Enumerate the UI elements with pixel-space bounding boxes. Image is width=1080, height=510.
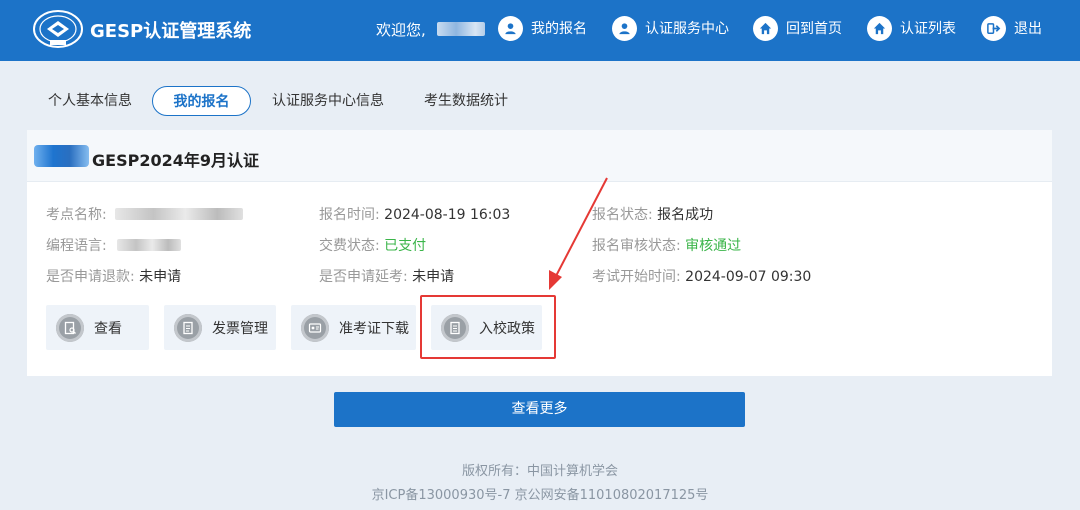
nav-label: 认证列表 — [900, 21, 956, 37]
logout-icon — [981, 15, 1006, 41]
field-review-status: 报名审核状态: 审核通过 — [592, 235, 741, 255]
field-label: 交费状态: — [319, 238, 380, 254]
user-icon — [498, 15, 523, 41]
footer-copyright: 版权所有：中国计算机学会 — [461, 464, 618, 479]
ccf-logo-icon — [33, 10, 83, 48]
field-value: 已支付 — [384, 238, 427, 254]
nav-label: 回到首页 — [786, 21, 842, 37]
tab-personal-info[interactable]: 个人基本信息 — [48, 86, 132, 116]
action-label: 查看 — [94, 320, 122, 337]
action-label: 准考证下载 — [339, 320, 409, 337]
language-redacted — [117, 239, 181, 251]
field-exam-start: 考试开始时间: 2024-09-07 09:30 — [592, 266, 811, 286]
field-label: 考点名称: — [46, 207, 107, 223]
invoice-management-button[interactable]: 发票管理 — [164, 305, 276, 350]
field-label: 报名时间: — [319, 207, 380, 223]
field-value: 2024-08-19 16:03 — [384, 207, 511, 223]
field-label: 考试开始时间: — [592, 269, 681, 285]
exam-badge-redacted — [34, 145, 89, 167]
field-value: 审核通过 — [685, 238, 742, 254]
action-label: 发票管理 — [212, 320, 268, 337]
field-label: 是否申请退款: — [46, 269, 135, 285]
admission-ticket-download-button[interactable]: 准考证下载 — [291, 305, 416, 350]
nav-label: 认证服务中心 — [645, 21, 729, 37]
top-navigation-bar: GESP认证管理系统 欢迎您, 我的报名 认证服务中心 回到首页 认证列表 退出 — [0, 0, 1080, 61]
annotation-highlight-box — [420, 295, 556, 359]
view-doc-icon — [56, 313, 84, 342]
field-label: 编程语言: — [46, 238, 107, 254]
username-redacted — [437, 22, 485, 36]
field-test-center: 考点名称: — [46, 204, 107, 224]
home-icon — [867, 15, 892, 41]
field-label: 是否申请延考: — [319, 269, 408, 285]
tab-candidate-statistics[interactable]: 考生数据统计 — [424, 86, 508, 116]
nav-my-registration[interactable]: 我的报名 — [498, 14, 587, 42]
nav-label: 我的报名 — [531, 21, 587, 37]
nav-home[interactable]: 回到首页 — [753, 14, 842, 42]
nav-certification-list[interactable]: 认证列表 — [867, 14, 956, 42]
field-value: 2024-09-07 09:30 — [685, 269, 812, 285]
tab-my-registration[interactable]: 我的报名 — [152, 86, 251, 116]
field-value: 未申请 — [139, 269, 182, 285]
welcome-text: 欢迎您, — [376, 21, 426, 39]
field-label: 报名状态: — [592, 207, 653, 223]
user-icon — [612, 15, 637, 41]
nav-logout[interactable]: 退出 — [981, 14, 1042, 42]
tab-service-center-info[interactable]: 认证服务中心信息 — [272, 86, 384, 116]
field-postpone: 是否申请延考: 未申请 — [319, 266, 454, 286]
field-refund: 是否申请退款: 未申请 — [46, 266, 181, 286]
field-reg-status: 报名状态: 报名成功 — [592, 204, 713, 224]
nav-label: 退出 — [1014, 21, 1042, 37]
home-icon — [753, 15, 778, 41]
exam-title: GESP2024年9月认证 — [92, 151, 259, 170]
footer-icp: 京ICP备13000930号-7 京公网安备11010802017125号 — [371, 488, 709, 503]
view-button[interactable]: 查看 — [46, 305, 149, 350]
field-language: 编程语言: — [46, 235, 107, 255]
field-label: 报名审核状态: — [592, 238, 681, 254]
app-title: GESP认证管理系统 — [90, 21, 252, 42]
field-reg-time: 报名时间: 2024-08-19 16:03 — [319, 204, 510, 224]
view-more-button[interactable]: 查看更多 — [334, 392, 745, 427]
nav-service-center[interactable]: 认证服务中心 — [612, 14, 729, 42]
card-header: GESP2024年9月认证 — [27, 130, 1052, 182]
invoice-icon — [174, 313, 202, 342]
id-card-icon — [301, 313, 329, 342]
field-value: 未申请 — [412, 269, 455, 285]
test-center-redacted — [115, 208, 243, 220]
field-value: 报名成功 — [657, 207, 714, 223]
field-pay-status: 交费状态: 已支付 — [319, 235, 426, 255]
